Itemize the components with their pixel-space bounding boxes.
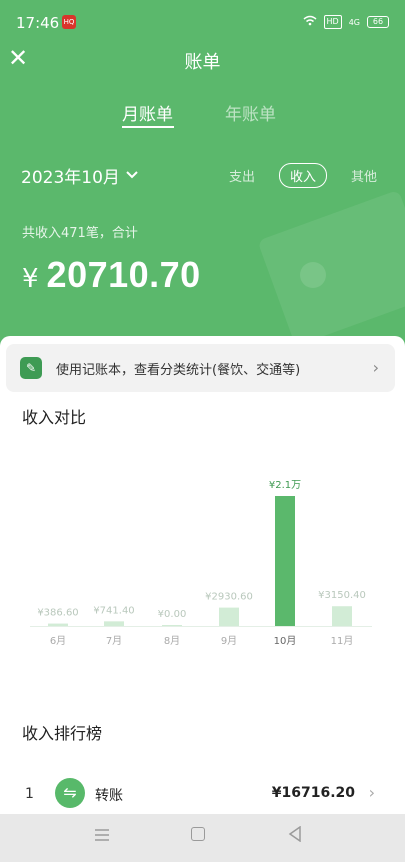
chevron-right-icon: › — [372, 358, 379, 377]
menu-icon[interactable] — [94, 826, 110, 845]
system-nav-bar — [0, 814, 405, 862]
notebook-icon: ✎ — [20, 357, 42, 379]
wifi-icon — [303, 15, 317, 29]
chart-tick-label: 9月 — [221, 635, 237, 647]
chart-data-label: ¥0.00 — [158, 609, 187, 620]
summary-label: 共收入471笔，合计 — [22, 226, 138, 241]
selected-month: 2023年10月 — [21, 168, 120, 188]
total-amount: ¥ 20710.70 — [22, 254, 201, 296]
chevron-down-icon — [126, 168, 138, 183]
chart-tick-label: 6月 — [50, 635, 66, 647]
chart-bar — [162, 625, 182, 626]
chart-bar — [332, 606, 352, 626]
transfer-icon: ⇋ — [55, 778, 85, 808]
rank-number: 1 — [25, 786, 34, 802]
signal-icon: 4G — [349, 17, 360, 28]
network-label: 4G — [348, 17, 360, 27]
chart-data-label: ¥386.60 — [37, 608, 78, 619]
chart-tick-label: 10月 — [274, 635, 297, 647]
filter-income[interactable]: 收入 — [279, 163, 328, 188]
back-icon[interactable] — [288, 825, 302, 846]
promo-text: 使用记账本，查看分类统计(餐饮、交通等) — [56, 362, 301, 378]
tab-yearly-bill[interactable]: 年账单 — [225, 100, 276, 125]
status-indicators: HD 4G 66 — [303, 15, 389, 29]
hd-icon: HD — [323, 15, 342, 29]
app-notification-icon: HQ — [62, 15, 76, 29]
filter-other[interactable]: 其他 — [351, 166, 377, 185]
rank-category: 转账 — [95, 788, 123, 804]
chart-data-label: ¥2.1万 — [269, 480, 301, 491]
tab-monthly-bill[interactable]: 月账单 — [122, 100, 173, 125]
chart-tick-label: 8月 — [164, 635, 180, 647]
month-picker[interactable]: 2023年10月 — [21, 163, 138, 188]
ranking-title: 收入排行榜 — [22, 724, 103, 743]
chart-bar — [48, 623, 68, 626]
chart-tick-label: 11月 — [331, 635, 354, 647]
chevron-right-icon: › — [368, 783, 375, 802]
chart-bar — [219, 607, 239, 626]
bookkeeping-promo[interactable]: ✎ 使用记账本，查看分类统计(餐饮、交通等) › — [6, 344, 395, 392]
income-bar-chart: ¥386.60 6月 ¥741.40 7月 ¥0.00 8月 ¥2930.60 9月 ¥2.1万… — [30, 480, 372, 647]
amount-value: 20710.70 — [46, 254, 201, 295]
battery-icon: 66 — [367, 16, 389, 28]
tab-active-indicator — [122, 126, 174, 128]
page-title: 账单 — [184, 52, 221, 73]
chart-data-label: ¥741.40 — [93, 605, 134, 616]
header-panel: 17:46 HQ HD 4G 66 ✕ 账单 月账单 年账单 2023年10月 … — [0, 0, 405, 360]
filter-expense[interactable]: 支出 — [229, 166, 255, 185]
status-time: 17:46 — [16, 14, 60, 32]
currency-symbol: ¥ — [22, 264, 39, 294]
chart-tick-label: 7月 — [106, 635, 122, 647]
chart-data-label: ¥3150.40 — [318, 590, 366, 601]
chart-bar — [275, 496, 295, 626]
status-bar: 17:46 HQ HD 4G 66 — [0, 0, 405, 46]
rank-amount: ¥16716.20 — [271, 785, 355, 801]
decorative-circle — [300, 262, 326, 288]
chart-bar — [104, 621, 124, 626]
ranking-item[interactable]: 1 ⇋ 转账 ¥16716.20 › — [0, 776, 405, 814]
chart-data-label: ¥2930.60 — [205, 592, 253, 603]
decorative-card — [257, 189, 405, 347]
home-icon[interactable] — [191, 827, 205, 841]
